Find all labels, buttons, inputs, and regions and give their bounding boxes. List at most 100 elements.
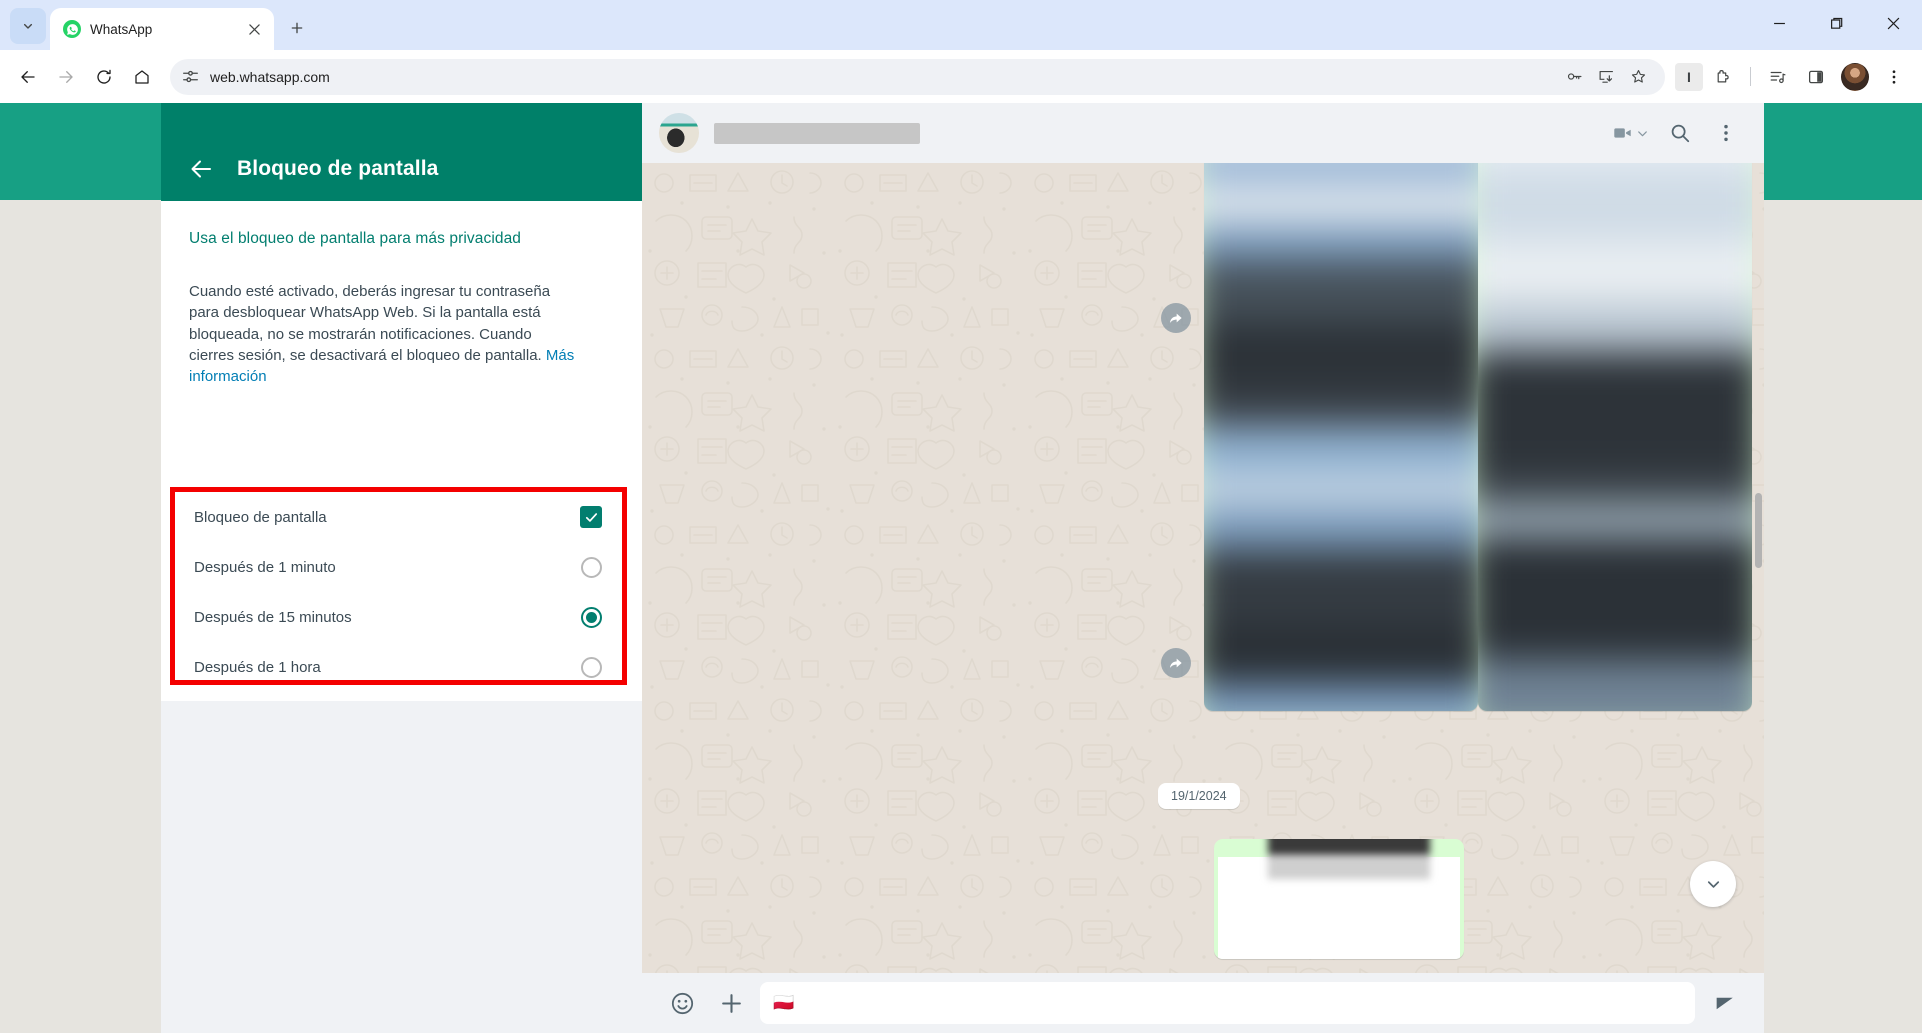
- emoji-icon: [671, 992, 693, 1014]
- close-icon: [248, 23, 260, 35]
- video-call-icon: [1612, 122, 1634, 144]
- settings-description-text: Cuando esté activado, deberás ingresar t…: [189, 283, 551, 364]
- page-title: Bloqueo de pantalla: [237, 157, 439, 180]
- chat-header: [642, 103, 1764, 163]
- browser-tab-title: WhatsApp: [90, 21, 153, 37]
- app-right-gutter: [1764, 200, 1922, 1033]
- address-bar[interactable]: web.whatsapp.com: [170, 58, 1665, 95]
- plus-icon: [291, 22, 303, 34]
- window-controls: [1751, 0, 1922, 46]
- window-maximize-button[interactable]: [1808, 0, 1865, 46]
- back-button[interactable]: [10, 59, 46, 95]
- blurred-image-content: [1478, 163, 1752, 711]
- radio-after-1-hour[interactable]: [581, 656, 602, 678]
- password-manager-button[interactable]: [1559, 62, 1589, 92]
- screen-lock-settings-panel: Bloqueo de pantalla Usa el bloqueo de pa…: [161, 103, 642, 1033]
- browser-menu-button[interactable]: [1876, 59, 1912, 95]
- forward-button[interactable]: [48, 59, 84, 95]
- close-icon: [1887, 17, 1900, 29]
- forward-message-button-1[interactable]: [1161, 303, 1191, 333]
- contact-name-redacted: [714, 122, 920, 144]
- app-right-header-band: [1764, 103, 1922, 200]
- tab-search-button[interactable]: [10, 8, 46, 44]
- forward-icon: [1170, 658, 1182, 668]
- emoji-button[interactable]: [662, 983, 702, 1023]
- extensions-button[interactable]: [1705, 59, 1741, 95]
- whatsapp-favicon-icon: [63, 20, 81, 38]
- message-bubble-card[interactable]: [1214, 839, 1464, 959]
- star-icon: [1631, 69, 1645, 83]
- reload-button[interactable]: [86, 59, 122, 95]
- side-panel-button[interactable]: [1798, 59, 1834, 95]
- tab-close-button[interactable]: [244, 19, 264, 39]
- window-close-button[interactable]: [1865, 0, 1922, 46]
- option-label: Después de 15 minutos: [194, 608, 352, 626]
- media-control-icon: [1770, 71, 1786, 83]
- browser-toolbar: web.whatsapp.com I: [0, 50, 1922, 103]
- chevron-down-icon: [23, 23, 33, 29]
- address-bar-actions: [1559, 62, 1653, 92]
- puzzle-icon: [1717, 69, 1729, 82]
- app-left-gutter: [0, 200, 161, 1033]
- whatsapp-app: Bloqueo de pantalla Usa el bloqueo de pa…: [0, 103, 1922, 1033]
- check-icon: [585, 512, 597, 522]
- video-call-button[interactable]: [1608, 122, 1654, 144]
- option-label: Después de 1 hora: [194, 658, 321, 676]
- blurred-image-content: [1204, 163, 1478, 711]
- contact-avatar[interactable]: [659, 113, 699, 153]
- settings-panel-footer-area: [161, 701, 642, 1033]
- message-input[interactable]: 🇵🇱: [760, 982, 1695, 1024]
- three-dot-menu-icon: [1724, 124, 1728, 142]
- screen-lock-checkbox[interactable]: [580, 506, 602, 528]
- settings-subtitle: Usa el bloqueo de pantalla para más priv…: [189, 230, 522, 247]
- chat-menu-button[interactable]: [1706, 113, 1746, 153]
- install-icon: [1599, 70, 1613, 83]
- minimize-icon: [1774, 22, 1785, 24]
- radio-after-1-minute[interactable]: [581, 556, 602, 578]
- side-panel-icon: [1808, 70, 1824, 83]
- install-app-button[interactable]: [1591, 62, 1621, 92]
- send-icon: [1716, 997, 1733, 1009]
- radio-after-15-minutes[interactable]: [581, 606, 602, 628]
- address-bar-url: web.whatsapp.com: [210, 68, 330, 85]
- maximize-icon: [1831, 17, 1843, 29]
- chat-search-button[interactable]: [1660, 113, 1700, 153]
- chat-message-list[interactable]: 19/1/2024: [642, 163, 1764, 973]
- new-tab-button[interactable]: [280, 11, 314, 45]
- send-button[interactable]: [1704, 982, 1746, 1024]
- home-icon: [135, 69, 149, 84]
- home-button[interactable]: [124, 59, 160, 95]
- option-row-screen-lock[interactable]: Bloqueo de pantalla: [175, 492, 622, 542]
- message-bubble-image-1[interactable]: [1204, 163, 1478, 711]
- media-control-button[interactable]: [1760, 59, 1796, 95]
- extension-badge-button[interactable]: I: [1675, 62, 1703, 91]
- chat-header-actions: [1608, 113, 1746, 153]
- blurred-card-content: [1268, 839, 1430, 880]
- forward-message-button-2[interactable]: [1161, 648, 1191, 678]
- browser-window: WhatsApp web.whatsapp.com I Bloqueo de p…: [0, 0, 1922, 1033]
- settings-back-button[interactable]: [189, 157, 213, 181]
- bookmark-button[interactable]: [1623, 62, 1653, 92]
- tab-strip: WhatsApp: [0, 0, 1922, 50]
- chat-scrollbar-thumb[interactable]: [1755, 493, 1762, 568]
- option-row-after-1-minute[interactable]: Después de 1 minuto: [175, 542, 622, 592]
- date-divider: 19/1/2024: [1158, 783, 1240, 809]
- profile-avatar-button[interactable]: [1841, 62, 1869, 91]
- browser-tab-whatsapp[interactable]: WhatsApp: [50, 8, 274, 50]
- message-composer: 🇵🇱: [642, 973, 1764, 1033]
- message-bubble-image-2[interactable]: [1478, 163, 1752, 711]
- site-settings-icon[interactable]: [182, 68, 199, 85]
- back-arrow-icon: [191, 160, 211, 178]
- search-icon: [1671, 124, 1690, 143]
- attach-button[interactable]: [711, 983, 751, 1023]
- three-dot-menu-icon: [1892, 69, 1896, 84]
- option-row-after-1-hour[interactable]: Después de 1 hora: [175, 642, 622, 692]
- option-row-after-15-minutes[interactable]: Después de 15 minutos: [175, 592, 622, 642]
- chat-panel: 19/1/2024 🇵🇱: [642, 103, 1764, 1033]
- reload-icon: [97, 69, 111, 84]
- scroll-to-bottom-button[interactable]: [1690, 861, 1736, 907]
- window-minimize-button[interactable]: [1751, 0, 1808, 46]
- key-icon: [1567, 73, 1581, 80]
- back-icon: [21, 70, 35, 83]
- chat-scrollbar[interactable]: [1753, 163, 1764, 973]
